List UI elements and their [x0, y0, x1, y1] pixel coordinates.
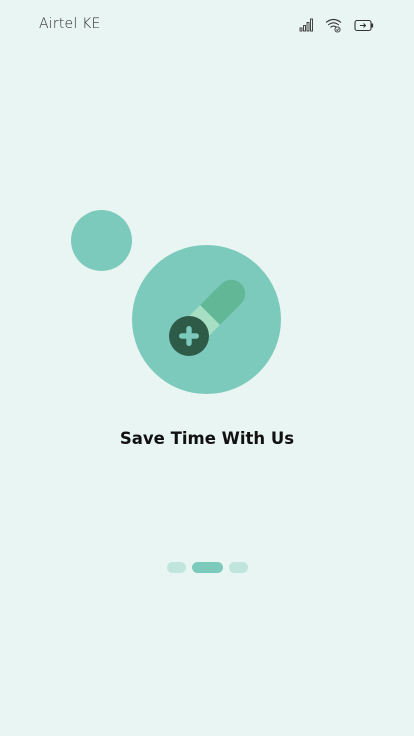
wifi-icon: [325, 18, 342, 33]
carrier-name: Airtel KE: [39, 16, 101, 32]
onboarding-title: Save Time With Us: [119, 429, 295, 448]
page-indicator[interactable]: [0, 562, 414, 573]
signal-icon: [299, 18, 313, 32]
onboarding-screen: Airtel KE Save Time With Us: [0, 0, 414, 736]
decorative-small-circle: [71, 210, 132, 271]
pill-plus-icon: [132, 245, 281, 394]
status-icons: [299, 16, 374, 34]
page-dot-2-active[interactable]: [191, 562, 223, 573]
page-dot-3[interactable]: [228, 562, 248, 573]
battery-icon: [354, 19, 374, 32]
status-bar: Airtel KE: [0, 0, 414, 50]
page-dot-1[interactable]: [166, 562, 186, 573]
